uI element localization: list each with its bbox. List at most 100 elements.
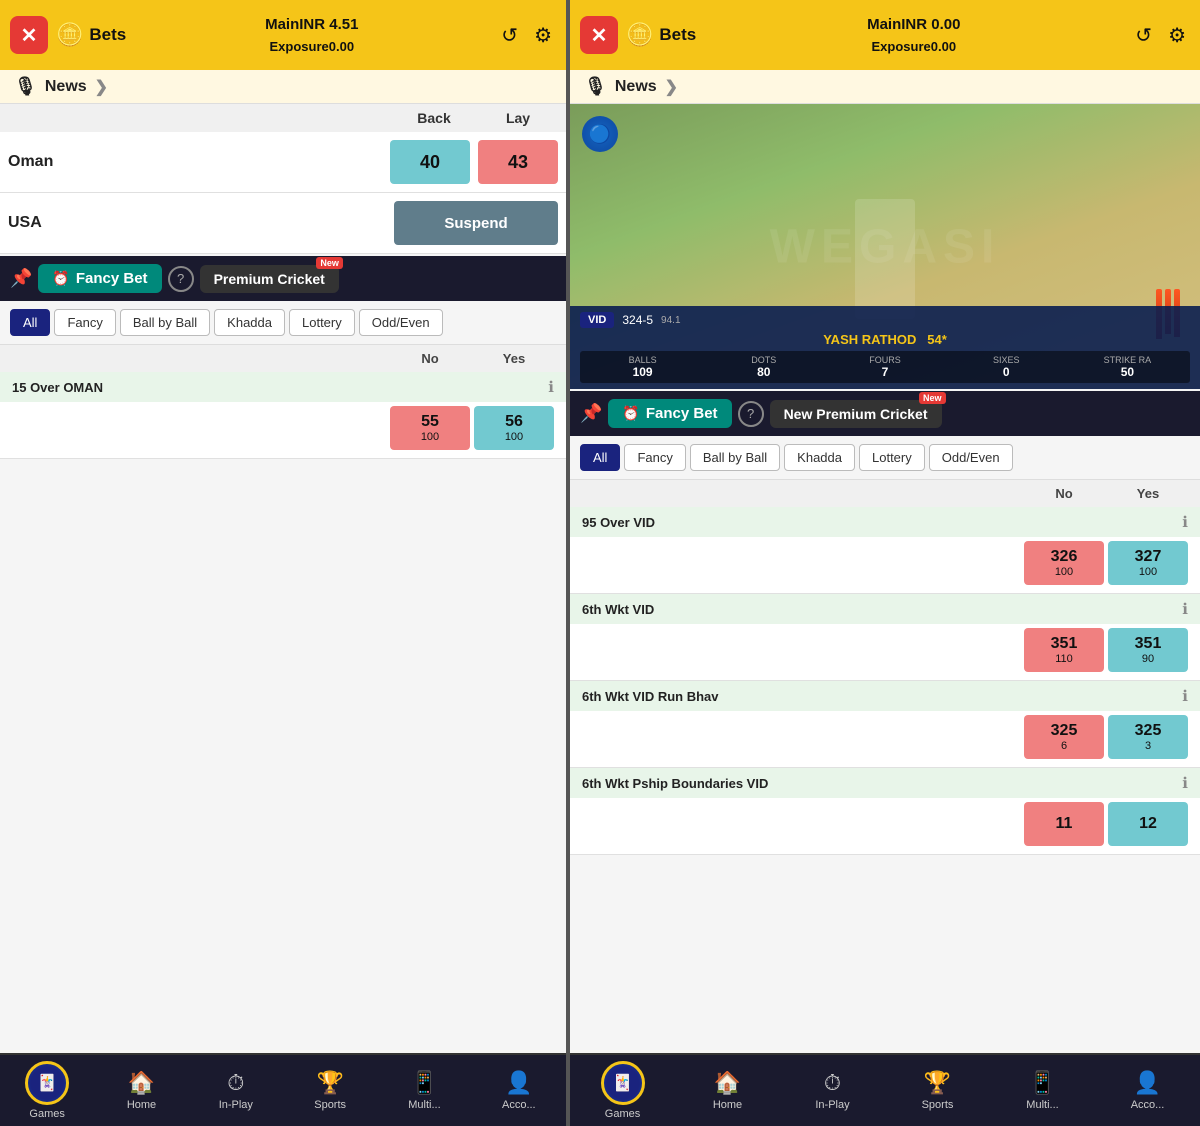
right-nav-sports[interactable]: 🏆 Sports bbox=[910, 1070, 965, 1111]
right-fancy-yes-button-2[interactable]: 325 3 bbox=[1108, 715, 1188, 759]
oman-lay-button[interactable]: 43 bbox=[478, 140, 558, 184]
right-fancy-info-button-2[interactable]: ℹ bbox=[1182, 687, 1188, 705]
nav-multi[interactable]: 📱 Multi... bbox=[397, 1070, 452, 1111]
right-games-icon: 🃏 bbox=[601, 1061, 645, 1105]
nav-games[interactable]: 🃏 Games bbox=[20, 1061, 75, 1120]
right-pin-button[interactable]: 📌 bbox=[580, 403, 602, 424]
right-fancy-bet-title-3: 6th Wkt Pship Boundaries VID bbox=[582, 776, 1182, 791]
right-main-label: Main bbox=[867, 16, 901, 33]
fancy-help-button[interactable]: ? bbox=[168, 266, 194, 292]
usa-bet-row: USA Suspend bbox=[0, 193, 566, 254]
right-news-bar[interactable]: 🎙 News ❯ bbox=[570, 70, 1200, 104]
inplay-icon: ⏱ bbox=[227, 1070, 244, 1096]
right-no-yes-header: No Yes bbox=[570, 480, 1200, 507]
nav-multi-label: Multi... bbox=[408, 1099, 440, 1111]
fancy-yes-button-0[interactable]: 56 100 bbox=[474, 406, 554, 450]
fancy-bet-button[interactable]: ⏰ Fancy Bet bbox=[38, 264, 161, 293]
tab-fancy[interactable]: Fancy bbox=[54, 309, 115, 336]
player-name: YASH RATHOD 54* bbox=[580, 332, 1190, 347]
right-fancy-info-button-3[interactable]: ℹ bbox=[1182, 774, 1188, 792]
right-fancy-no-button-0[interactable]: 326 100 bbox=[1024, 541, 1104, 585]
usa-suspend-button[interactable]: Suspend bbox=[394, 201, 558, 245]
stat-balls: BALLS 109 bbox=[584, 355, 701, 379]
left-bottom-nav: 🃏 Games 🏠 Home ⏱ In-Play 🏆 Sports 📱 Mult… bbox=[0, 1053, 566, 1126]
right-settings-button[interactable]: ⚙ bbox=[1164, 19, 1190, 52]
left-news-bar[interactable]: 🎙 News ❯ bbox=[0, 70, 566, 104]
usa-team-name: USA bbox=[8, 214, 386, 232]
right-tab-all[interactable]: All bbox=[580, 444, 620, 471]
right-fancy-help-button[interactable]: ? bbox=[738, 401, 764, 427]
right-nav-sports-label: Sports bbox=[922, 1099, 954, 1111]
nav-inplay-label: In-Play bbox=[219, 1099, 253, 1111]
right-nav-inplay[interactable]: ⏱ In-Play bbox=[805, 1070, 860, 1111]
no-odd-main-0: 55 bbox=[421, 413, 439, 431]
left-balance: MainINR 4.51 Exposure0.00 bbox=[134, 14, 489, 56]
right-fancy-yes-button-3[interactable]: 12 bbox=[1108, 802, 1188, 846]
tab-khadda[interactable]: Khadda bbox=[214, 309, 285, 336]
right-close-button[interactable]: ✕ bbox=[580, 16, 618, 54]
right-nav-multi[interactable]: 📱 Multi... bbox=[1015, 1070, 1070, 1111]
fancy-bet-title-0: 15 Over OMAN bbox=[12, 380, 548, 395]
scorecard-stats: BALLS 109 DOTS 80 FOURS 7 SIXES 0 STRIKE… bbox=[580, 351, 1190, 383]
premium-cricket-button[interactable]: Premium Cricket New bbox=[200, 265, 339, 293]
right-fancy-bet-row-2: 6th Wkt VID Run Bhav ℹ 325 6 325 3 bbox=[570, 681, 1200, 768]
right-tab-khadda[interactable]: Khadda bbox=[784, 444, 855, 471]
right-nav-games-label: Games bbox=[605, 1108, 640, 1120]
nav-sports[interactable]: 🏆 Sports bbox=[303, 1070, 358, 1111]
right-fancy-bet-button[interactable]: ⏰ Fancy Bet bbox=[608, 399, 731, 428]
right-tab-ball-by-ball[interactable]: Ball by Ball bbox=[690, 444, 780, 471]
right-tab-odd-even[interactable]: Odd/Even bbox=[929, 444, 1013, 471]
right-refresh-button[interactable]: ↺ bbox=[1131, 19, 1156, 52]
nav-home-label: Home bbox=[127, 1099, 156, 1111]
sports-icon: 🏆 bbox=[316, 1070, 343, 1096]
pin-button[interactable]: 📌 bbox=[10, 268, 32, 289]
left-fancy-section: 📌 ⏰ Fancy Bet ? Premium Cricket New All … bbox=[0, 256, 566, 459]
right-fancy-bet-title-row-3: 6th Wkt Pship Boundaries VID ℹ bbox=[570, 768, 1200, 798]
nav-account[interactable]: 👤 Acco... bbox=[491, 1070, 546, 1111]
right-tab-fancy[interactable]: Fancy bbox=[624, 444, 685, 471]
right-fancy-bet-row-0: 95 Over VID ℹ 326 100 327 100 bbox=[570, 507, 1200, 594]
right-home-icon: 🏠 bbox=[714, 1070, 741, 1096]
right-nav-account[interactable]: 👤 Acco... bbox=[1120, 1070, 1175, 1111]
right-fancy-bet-label: Fancy Bet bbox=[646, 405, 718, 422]
right-nav-inplay-label: In-Play bbox=[815, 1099, 849, 1111]
right-fancy-info-button-0[interactable]: ℹ bbox=[1182, 513, 1188, 531]
right-fancy-info-button-1[interactable]: ℹ bbox=[1182, 600, 1188, 618]
fancy-no-button-0[interactable]: 55 100 bbox=[390, 406, 470, 450]
stat-sixes: SIXES 0 bbox=[948, 355, 1065, 379]
right-nav-home[interactable]: 🏠 Home bbox=[700, 1070, 755, 1111]
right-fancy-odds-row-1: 351 110 351 90 bbox=[570, 624, 1200, 680]
tab-lottery[interactable]: Lottery bbox=[289, 309, 355, 336]
nav-inplay[interactable]: ⏱ In-Play bbox=[208, 1070, 263, 1111]
right-new-badge: New bbox=[919, 392, 946, 404]
left-header: ✕ 🪙 Bets MainINR 4.51 Exposure0.00 ↺ ⚙ bbox=[0, 0, 566, 70]
left-close-button[interactable]: ✕ bbox=[10, 16, 48, 54]
exposure-value: 0.00 bbox=[329, 39, 354, 54]
right-fancy-no-button-3[interactable]: 11 bbox=[1024, 802, 1104, 846]
right-fancy-yes-button-1[interactable]: 351 90 bbox=[1108, 628, 1188, 672]
oman-team-name: Oman bbox=[8, 153, 382, 171]
fancy-bet-label: Fancy Bet bbox=[76, 270, 148, 287]
tab-odd-even[interactable]: Odd/Even bbox=[359, 309, 443, 336]
right-fancy-no-button-2[interactable]: 325 6 bbox=[1024, 715, 1104, 759]
right-balance: MainINR 0.00 Exposure0.00 bbox=[704, 14, 1123, 56]
right-bottom-nav: 🃏 Games 🏠 Home ⏱ In-Play 🏆 Sports 📱 Mult… bbox=[570, 1053, 1200, 1126]
right-tab-lottery[interactable]: Lottery bbox=[859, 444, 925, 471]
right-fancy-odds-row-3: 11 12 bbox=[570, 798, 1200, 854]
right-fancy-yes-button-0[interactable]: 327 100 bbox=[1108, 541, 1188, 585]
left-fancy-header: 📌 ⏰ Fancy Bet ? Premium Cricket New bbox=[0, 256, 566, 301]
news-mic-icon: 🎙 bbox=[14, 76, 37, 97]
right-premium-cricket-button[interactable]: New Premium Cricket New bbox=[770, 400, 942, 428]
left-settings-button[interactable]: ⚙ bbox=[530, 19, 556, 52]
right-fancy-no-button-1[interactable]: 351 110 bbox=[1024, 628, 1104, 672]
left-refresh-button[interactable]: ↺ bbox=[497, 19, 522, 52]
nav-home[interactable]: 🏠 Home bbox=[114, 1070, 169, 1111]
right-exposure-value: 0.00 bbox=[931, 39, 956, 54]
right-nav-games[interactable]: 🃏 Games bbox=[595, 1061, 650, 1120]
tab-ball-by-ball[interactable]: Ball by Ball bbox=[120, 309, 210, 336]
fancy-info-button-0[interactable]: ℹ bbox=[548, 378, 554, 396]
right-multi-icon: 📱 bbox=[1029, 1070, 1056, 1096]
oman-back-button[interactable]: 40 bbox=[390, 140, 470, 184]
tab-all[interactable]: All bbox=[10, 309, 50, 336]
right-fancy-bet-row-1: 6th Wkt VID ℹ 351 110 351 90 bbox=[570, 594, 1200, 681]
